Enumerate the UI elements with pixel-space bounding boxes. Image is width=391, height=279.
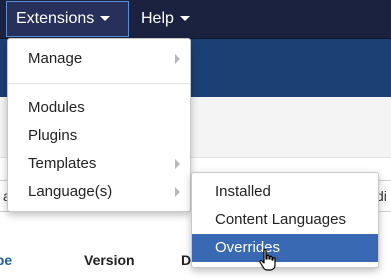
caret-down-icon xyxy=(100,16,111,22)
menu-item-label: Plugins xyxy=(28,127,78,144)
languages-submenu: Installed Content Languages Overrides xyxy=(191,172,379,268)
menu-item-languages[interactable]: Language(s) xyxy=(8,178,190,206)
submenu-item-label: Content Languages xyxy=(215,211,346,228)
extensions-dropdown-menu: Manage Modules Plugins Templates Languag… xyxy=(7,38,191,212)
column-header-type[interactable]: ype xyxy=(0,252,22,268)
top-navbar: Extensions Help xyxy=(0,0,391,39)
menu-item-plugins[interactable]: Plugins xyxy=(8,122,190,150)
menu-item-label: Templates xyxy=(28,155,97,172)
menu-item-label: Modules xyxy=(28,99,85,116)
menu-item-manage[interactable]: Manage xyxy=(8,45,190,73)
caret-down-icon xyxy=(179,16,190,22)
hand-pointer-cursor-icon xyxy=(259,248,276,271)
menu-item-label: Language(s) xyxy=(28,183,113,200)
help-menu-toggle[interactable]: Help xyxy=(132,1,202,37)
column-header-date[interactable]: D xyxy=(181,252,191,268)
menu-item-templates[interactable]: Templates xyxy=(8,150,190,178)
help-label: Help xyxy=(141,10,174,27)
chevron-right-icon xyxy=(175,54,180,64)
submenu-item-content-languages[interactable]: Content Languages xyxy=(192,206,378,234)
extensions-label: Extensions xyxy=(16,10,95,27)
menu-divider xyxy=(8,83,190,84)
menu-item-label: Manage xyxy=(28,50,83,67)
extensions-menu-toggle[interactable]: Extensions xyxy=(6,1,129,37)
column-header-version[interactable]: Version xyxy=(84,252,135,268)
submenu-item-overrides[interactable]: Overrides xyxy=(192,234,378,262)
submenu-item-installed[interactable]: Installed xyxy=(192,178,378,206)
menu-item-modules[interactable]: Modules xyxy=(8,94,190,122)
submenu-item-label: Installed xyxy=(215,183,271,200)
chevron-right-icon xyxy=(175,187,180,197)
chevron-right-icon xyxy=(175,159,180,169)
